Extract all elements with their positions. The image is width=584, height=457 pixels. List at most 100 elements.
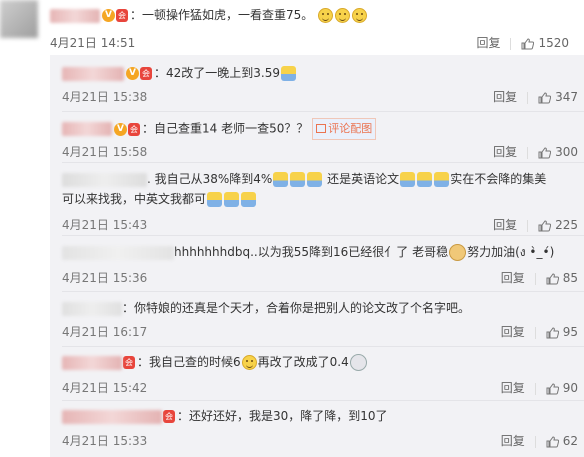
reply-button[interactable]: 回复 (501, 325, 525, 339)
level-badge-icon: 会 (163, 410, 175, 423)
like-thumb-icon[interactable] (546, 382, 559, 395)
divider (534, 326, 536, 339)
like-count: 85 (562, 271, 578, 285)
divider (510, 37, 512, 50)
avatar[interactable] (0, 0, 38, 38)
divider (534, 435, 536, 448)
level-badge-icon: 会 (140, 67, 152, 80)
reply-text-part: 再改了改成了0.4 (257, 355, 349, 369)
divider (62, 111, 584, 112)
emoji-icon (400, 172, 416, 187)
username-blurred[interactable] (62, 355, 122, 370)
reply-text-part: 可以来找我，中英文我都可 (62, 192, 207, 206)
reply-text: ：你特娘的还真是个天才，合着你是把别人的论文改了个名字吧。 (122, 301, 471, 315)
divider (527, 146, 529, 159)
verified-icon: V (114, 122, 127, 136)
reply-button[interactable]: 回复 (501, 381, 525, 395)
reply-date: 4月21日 15:38 (62, 90, 148, 104)
username-blurred[interactable] (62, 172, 147, 187)
doge-emoji-icon (449, 244, 467, 261)
comment-image-link[interactable]: 评论配图 (312, 118, 377, 140)
username-blurred[interactable] (62, 245, 174, 260)
divider (62, 291, 584, 292)
divider (527, 219, 529, 232)
username-blurred[interactable] (50, 8, 100, 23)
ghost-emoji-icon (349, 354, 367, 371)
level-badge-icon: 会 (128, 122, 140, 136)
smile-emoji-icon (335, 8, 351, 23)
like-count: 90 (562, 381, 578, 395)
smile-emoji-icon (318, 8, 334, 23)
emoji-icon (224, 192, 240, 207)
reply-actions: 回复 85 (501, 269, 578, 286)
reply-date: 4月21日 15:43 (62, 218, 148, 232)
reply-text: ：还好还好，我是30，降了降，到10了 (177, 409, 388, 423)
main-comment-line: V 会：一顿操作猛如虎，一看查重75。 (50, 6, 368, 24)
reply-text-part: . 我自己从38%降到4% (147, 172, 273, 186)
reply-text-part: 我自己查的时候6 (149, 355, 241, 369)
reply-text: 自己查重14 老师一查50？？ (154, 121, 309, 136)
reply-date: 4月21日 16:17 (62, 325, 148, 339)
emoji-icon (307, 172, 323, 187)
reply-button[interactable]: 回复 (476, 36, 500, 50)
picture-icon (316, 124, 327, 133)
list-item: 会：还好还好，我是30，降了降，到10了 4月21日 15:33 回复 62 (62, 406, 578, 448)
emoji-icon (241, 192, 257, 207)
reply-date: 4月21日 15:58 (62, 145, 148, 159)
like-count: 1520 (538, 36, 569, 50)
emoji-icon (273, 172, 289, 187)
list-item: . 我自己从38%降到4% 还是英语论文 实在不会降的集美 可以来找我，中英文我都… (62, 169, 578, 232)
reply-button[interactable]: 回复 (501, 271, 525, 285)
smile-emoji-icon (352, 8, 368, 23)
list-item: 会：我自己查的时候6 再改了改成了0.4 4月21日 15:42 回复 90 (62, 354, 578, 395)
reply-actions: 回复 225 (493, 216, 578, 233)
emoji-icon (207, 192, 223, 207)
like-thumb-icon[interactable] (546, 326, 559, 339)
reply-button[interactable]: 回复 (493, 145, 517, 159)
list-item: V 会：42改了一晚上到3.59 4月21日 15:38 回复 347 (62, 66, 578, 104)
grin-emoji-icon (241, 355, 257, 370)
reply-button[interactable]: 回复 (493, 218, 517, 232)
like-thumb-icon[interactable] (538, 146, 552, 159)
list-item: V 会：自己查重14 老师一查50？？ 评论配图 4月21日 15:58 回复 30… (62, 118, 578, 159)
like-thumb-icon[interactable] (538, 219, 552, 232)
list-item: hhhhhhhdbq..以为我55降到16已经很亻了 老哥稳 努力加油(ง •̀_… (62, 242, 578, 285)
reply-button[interactable]: 回复 (493, 90, 517, 104)
reply-button[interactable]: 回复 (501, 434, 525, 448)
reply-text-part: 努力加油(ง •̀_•́) (467, 245, 555, 259)
like-thumb-icon[interactable] (546, 435, 559, 448)
main-comment-text: ：一顿操作猛如虎，一看查重75。 (130, 8, 314, 22)
divider (534, 382, 536, 395)
reply-text-part: 实在不会降的集美 (450, 172, 547, 186)
reply-date: 4月21日 15:33 (62, 434, 148, 448)
like-thumb-icon[interactable] (538, 91, 552, 104)
like-count: 62 (562, 434, 578, 448)
like-thumb-icon[interactable] (546, 272, 559, 285)
like-count: 347 (555, 90, 578, 104)
like-count: 300 (555, 145, 578, 159)
username-blurred[interactable] (62, 409, 162, 424)
verified-icon: V (126, 67, 139, 80)
reply-text-part: 还是英语论文 (327, 172, 400, 186)
reply-actions: 回复 347 (493, 88, 578, 105)
verified-icon: V (102, 9, 115, 22)
emoji-icon (290, 172, 306, 187)
divider (62, 235, 584, 236)
comment-image-link-label: 评论配图 (328, 122, 373, 135)
reply-actions: 回复 95 (501, 323, 578, 340)
level-badge-icon: 会 (123, 356, 135, 369)
cry-emoji-icon (281, 66, 297, 81)
level-badge-icon: 会 (116, 9, 128, 22)
main-comment-date: 4月21日 14:51 (50, 36, 136, 50)
reply-text-part: hhhhhhhdbq..以为我55降到16已经很亻了 老哥稳 (174, 245, 449, 259)
reply-list: V 会：42改了一晚上到3.59 4月21日 15:38 回复 347 V 会：自己查… (50, 55, 584, 457)
username-blurred[interactable] (62, 122, 112, 136)
emoji-icon (417, 172, 433, 187)
divider (534, 272, 536, 285)
divider (527, 91, 529, 104)
username-blurred[interactable] (62, 301, 122, 316)
divider (62, 162, 584, 163)
like-thumb-icon[interactable] (521, 37, 535, 50)
username-blurred[interactable] (62, 66, 124, 81)
reply-actions: 回复 90 (501, 379, 578, 396)
